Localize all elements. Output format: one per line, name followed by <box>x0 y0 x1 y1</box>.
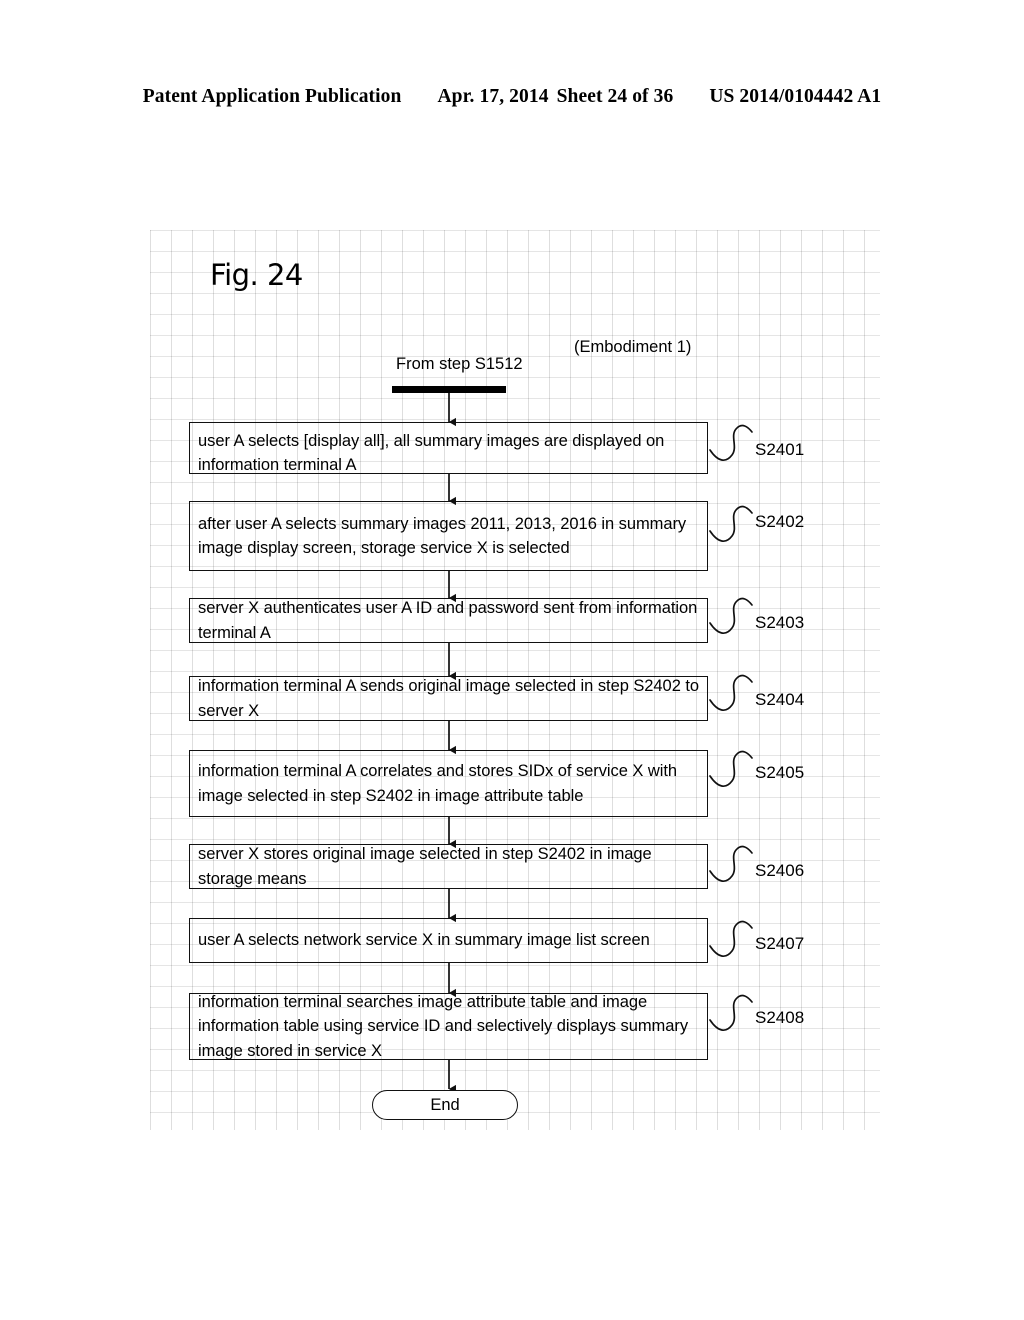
flow-step-text: information terminal A correlates and st… <box>198 762 678 805</box>
flow-step-text: user A selects network service X in summ… <box>198 931 650 950</box>
flow-step-text: information terminal searches image attr… <box>198 992 689 1060</box>
step-ref-s2404: S2404 <box>755 690 805 709</box>
step-ref-s2401: S2401 <box>755 440 805 459</box>
terminator-label: End <box>430 1095 460 1114</box>
step-ref-s2405: S2405 <box>755 763 805 782</box>
flow-step-s2407[interactable]: user A selects network service X in summ… <box>189 918 708 963</box>
step-ref-s2403: S2403 <box>755 613 805 632</box>
flow-step-s2408[interactable]: information terminal searches image attr… <box>189 993 708 1060</box>
flow-step-s2405[interactable]: information terminal A correlates and st… <box>189 750 708 817</box>
step-ref-s2402: S2402 <box>755 512 805 531</box>
flow-step-text: after user A selects summary images 2011… <box>198 514 687 557</box>
flow-step-s2404[interactable]: information terminal A sends original im… <box>189 676 708 721</box>
flow-step-text: user A selects [display all], all summar… <box>198 432 665 475</box>
step-ref-s2408: S2408 <box>755 1008 805 1027</box>
flow-step-s2403[interactable]: server X authenticates user A ID and pas… <box>189 598 708 643</box>
flow-step-text: server X authenticates user A ID and pas… <box>198 599 698 642</box>
step-ref-s2407: S2407 <box>755 934 805 953</box>
flow-step-s2406[interactable]: server X stores original image selected … <box>189 844 708 889</box>
flow-terminator-end[interactable]: End <box>372 1090 518 1120</box>
flow-step-text: server X stores original image selected … <box>198 845 652 888</box>
flowchart: user A selects [display all], all summar… <box>0 0 1024 1320</box>
flow-step-s2401[interactable]: user A selects [display all], all summar… <box>189 422 708 474</box>
flow-step-s2402[interactable]: after user A selects summary images 2011… <box>189 501 708 571</box>
flow-connectors <box>448 393 753 1094</box>
flow-step-text: information terminal A sends original im… <box>198 677 700 720</box>
step-ref-s2406: S2406 <box>755 861 805 880</box>
